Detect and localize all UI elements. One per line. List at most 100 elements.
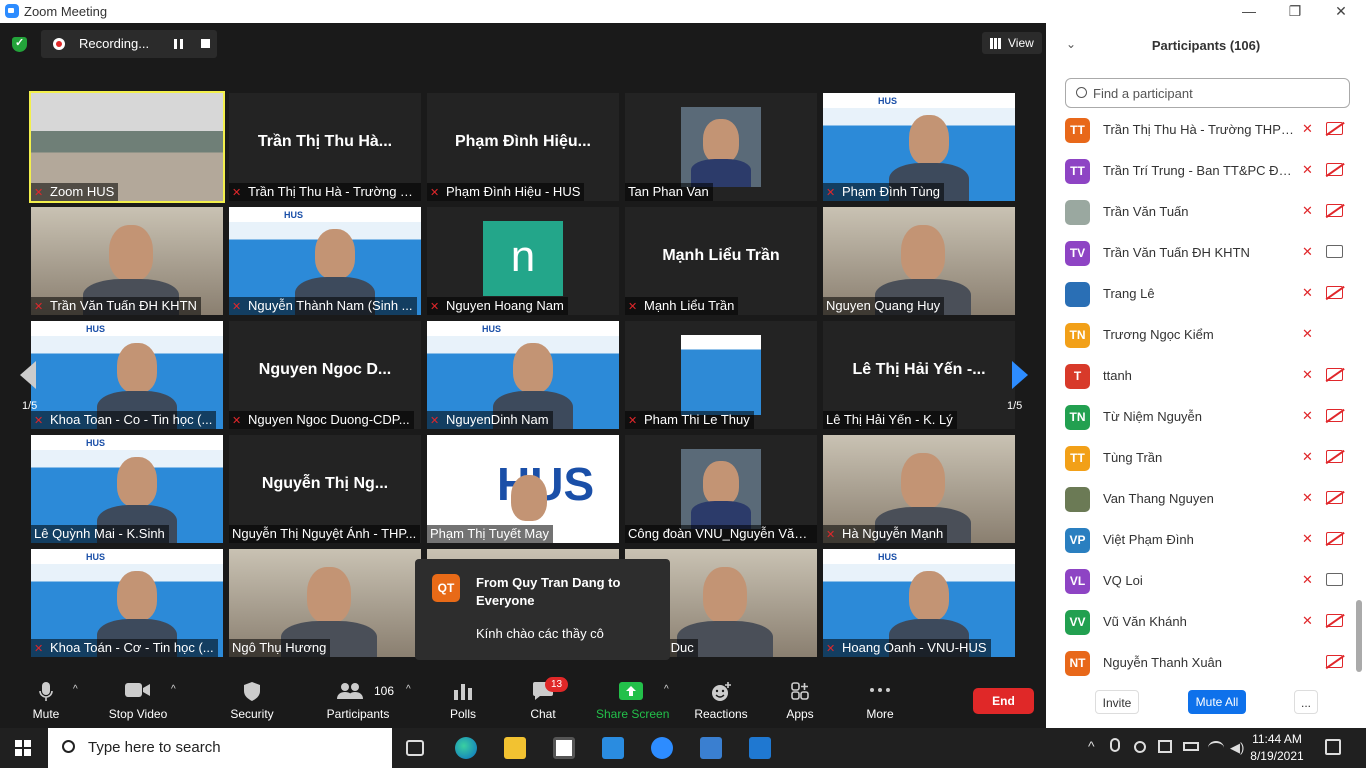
participants-button[interactable]: 106 Participants [324,672,394,728]
muted-mic-icon[interactable]: ✕ [1302,121,1318,137]
participant-row[interactable]: Trần Văn Tuấn ✕ [1046,192,1356,233]
store-icon[interactable] [553,737,575,759]
video-off-icon[interactable] [1326,409,1343,422]
muted-mic-icon[interactable]: ✕ [1302,367,1318,383]
video-tile[interactable]: HUS ✕ Khoa Toán - Cơ - Tin học (... [31,549,223,657]
taskbar-search-box[interactable]: Type here to search [48,728,392,768]
share-screen-button[interactable]: Share Screen [596,672,669,728]
participant-row[interactable]: TV Trần Văn Tuấn ĐH KHTN ✕ [1046,233,1356,274]
video-tile[interactable]: ✕ Hà Nguyễn Mạnh [823,435,1015,543]
participant-row[interactable]: VP Việt Phạm Đình ✕ [1046,520,1356,561]
muted-mic-icon[interactable]: ✕ [1302,326,1318,342]
video-tile[interactable]: n ✕ Nguyen Hoang Nam [427,207,619,315]
video-options-caret[interactable]: ^ [171,684,176,695]
participants-caret[interactable]: ^ [406,684,411,695]
tray-chevron-icon[interactable]: ^ [1088,738,1095,754]
video-tile[interactable]: Nguyen Ngoc D... ✕ Nguyen Ngoc Duong-CDP..… [229,321,421,429]
muted-mic-icon[interactable]: ✕ [1302,408,1318,424]
end-meeting-button[interactable]: End [973,688,1034,714]
video-tile[interactable]: HUS Phạm Thị Tuyết May [427,435,619,543]
video-tile[interactable]: Tan Phan Van [625,93,817,201]
video-app-icon[interactable] [749,737,771,759]
mute-button[interactable]: Mute [20,672,72,728]
restore-button[interactable]: ❐ [1272,0,1318,23]
minimize-button[interactable]: — [1226,0,1272,23]
video-off-icon[interactable] [1326,163,1343,176]
more-options-button[interactable]: ... [1294,690,1318,714]
participant-row[interactable]: TT Trần Trí Trung - Ban TT&PC ĐH... ✕ [1046,151,1356,192]
muted-mic-icon[interactable]: ✕ [1302,244,1318,260]
video-off-icon[interactable] [1326,614,1343,627]
mute-all-button[interactable]: Mute All [1188,690,1246,714]
reactions-button[interactable]: Reactions [694,672,748,728]
taskbar-clock[interactable]: 11:44 AM 8/19/2021 [1247,731,1307,765]
video-off-icon[interactable] [1326,286,1343,299]
security-shield-icon[interactable] [12,36,27,52]
participant-row[interactable]: TN Từ Niệm Nguyễn ✕ [1046,397,1356,438]
video-tile[interactable]: ✕ Zoom HUS [29,91,225,203]
video-off-icon[interactable] [1326,655,1343,668]
pause-recording-button[interactable] [174,39,183,49]
volume-icon[interactable]: ◀) [1230,740,1244,756]
battery-icon[interactable] [1183,742,1199,751]
participant-row[interactable]: TT Trần Thị Thu Hà - Trường THPT ... ✕ [1046,110,1356,151]
muted-mic-icon[interactable]: ✕ [1302,162,1318,178]
video-tile[interactable]: Công đoàn VNU_Nguyễn Văn ... [625,435,817,543]
mail-icon[interactable] [602,737,624,759]
participant-row[interactable]: Tttanh ✕ [1046,356,1356,397]
participant-search-input[interactable]: Find a participant [1065,78,1350,108]
video-tile[interactable]: HUS ✕ Khoa Toan - Co - Tin học (... [31,321,223,429]
video-tile[interactable]: Lê Thị Hải Yến -... Lê Thị Hải Yến - K. L… [823,321,1015,429]
video-tile[interactable]: HUS ✕ Nguyễn Thành Nam (Sinh ... [229,207,421,315]
file-explorer-icon[interactable] [504,737,526,759]
share-options-caret[interactable]: ^ [664,684,669,695]
close-button[interactable]: ✕ [1318,0,1364,23]
video-tile[interactable]: HUS Lê Quỳnh Mai - K.Sinh [31,435,223,543]
participant-row[interactable]: Trang Lê ✕ [1046,274,1356,315]
video-tile[interactable]: Mạnh Liểu Trần ✕ Mạnh Liểu Trần [625,207,817,315]
muted-mic-icon[interactable]: ✕ [1302,531,1318,547]
video-on-icon[interactable] [1326,245,1343,258]
tray-network-icon[interactable] [1134,741,1146,753]
video-tile[interactable]: Nguyễn Thị Ng... Nguyễn Thị Nguyệt Ánh - … [229,435,421,543]
muted-mic-icon[interactable]: ✕ [1302,203,1318,219]
muted-mic-icon[interactable]: ✕ [1302,285,1318,301]
task-view-icon[interactable] [406,740,424,756]
video-tile[interactable]: Nguyen Quang Huy [823,207,1015,315]
audio-options-caret[interactable]: ^ [73,684,78,695]
apps-button[interactable]: Apps [778,672,822,728]
video-tile[interactable]: Phạm Đình Hiệu... ✕ Phạm Đình Hiệu - HUS [427,93,619,201]
participant-row[interactable]: TT Tùng Trần ✕ [1046,438,1356,479]
photos-icon[interactable] [700,737,722,759]
video-tile[interactable]: HUS ✕ Hoang Oanh - VNU-HUS [823,549,1015,657]
participant-row[interactable]: Van Thang Nguyen ✕ [1046,479,1356,520]
polls-button[interactable]: Polls [440,672,486,728]
wifi-icon[interactable] [1208,741,1224,755]
notifications-icon[interactable] [1325,739,1341,755]
tray-app-icon[interactable] [1158,740,1172,753]
invite-button[interactable]: Invite [1095,690,1139,714]
windows-start-icon[interactable] [15,740,31,756]
video-tile[interactable]: Ngô Thụ Hương [229,549,421,657]
muted-mic-icon[interactable]: ✕ [1302,490,1318,506]
video-tile[interactable]: ✕ Pham Thi Le Thuy [625,321,817,429]
zoom-taskbar-icon[interactable] [651,737,673,759]
view-button[interactable]: View [982,32,1042,54]
video-on-icon[interactable] [1326,573,1343,586]
video-tile[interactable]: ✕ Trần Văn Tuấn ĐH KHTN [31,207,223,315]
more-button[interactable]: More [858,672,902,728]
participant-row[interactable]: VV Vũ Văn Khánh ✕ [1046,602,1356,643]
video-off-icon[interactable] [1326,450,1343,463]
participant-row[interactable]: VL VQ Loi ✕ [1046,561,1356,602]
video-off-icon[interactable] [1326,532,1343,545]
stop-recording-button[interactable] [201,39,210,48]
participant-row[interactable]: TN Trương Ngọc Kiểm ✕ [1046,315,1356,356]
video-off-icon[interactable] [1326,204,1343,217]
muted-mic-icon[interactable]: ✕ [1302,572,1318,588]
video-tile[interactable]: HUS ✕ Phạm Đình Tùng [823,93,1015,201]
video-off-icon[interactable] [1326,491,1343,504]
video-tile[interactable]: HUS ✕ NguyenDinh Nam [427,321,619,429]
video-off-icon[interactable] [1326,122,1343,135]
edge-browser-icon[interactable] [455,737,477,759]
security-button[interactable]: Security [226,672,278,728]
